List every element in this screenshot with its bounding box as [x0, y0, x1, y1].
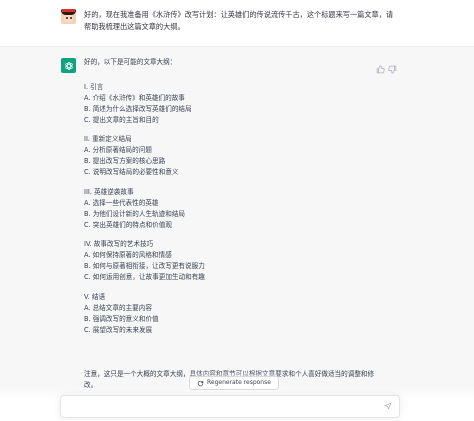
- assistant-avatar: [61, 58, 76, 73]
- assistant-intro: 好的，以下是可能的文章大纲：: [84, 58, 177, 66]
- outline-heading: V. 结语: [84, 292, 106, 301]
- outline-item: A. 如何保持原著的风格和情感: [84, 251, 172, 260]
- outline-heading: II. 重新定义结局: [84, 135, 132, 144]
- outline-item: A. 总结文章的主要内容: [84, 303, 152, 312]
- outline-item: C. 提出文章的主旨和目的: [84, 116, 159, 124]
- chat-input[interactable]: [60, 395, 400, 418]
- outline-item: B. 简述为什么选择改写英雄们的结局: [84, 105, 192, 113]
- user-avatar: [61, 9, 76, 24]
- outline-heading: III. 英雄逆袭故事: [84, 187, 134, 196]
- thumbs-down-icon[interactable]: [388, 59, 397, 74]
- send-button[interactable]: [382, 400, 394, 412]
- outline-item: A. 分析原著结局的问题: [84, 146, 152, 155]
- outline-heading: IV. 故事改写的艺术技巧: [84, 240, 154, 249]
- assistant-message-content: 好的，以下是可能的文章大纲： I. 引言 A. 介绍《水浒传》和英雄们的故事 B. …: [84, 57, 384, 336]
- outline-item: B. 提出改写方案的核心思路: [84, 157, 166, 166]
- outline-item: C. 说明改写结局的必要性和意义: [84, 168, 179, 177]
- outline-item: B. 强调改写的意义和价值: [84, 314, 159, 323]
- thumbs-up-icon[interactable]: [376, 59, 385, 74]
- outline-item: B. 为他们设计新的人生轨迹和结局: [84, 209, 186, 218]
- regenerate-response-button[interactable]: Regenerate response: [189, 376, 279, 390]
- user-message-row: 好的，现在我准备用《水浒传》改写计划：让英雄们的传说流传千古，这个标题来写一篇文…: [0, 0, 474, 46]
- paper-plane-icon: [384, 402, 392, 410]
- outline-item: C. 如何运用创意，让故事更加生动和有趣: [84, 273, 205, 282]
- outline-item: A. 介绍《水浒传》和英雄们的故事: [84, 94, 185, 102]
- outline-item: B. 如何与原著相衔接，让改写更有说服力: [84, 262, 205, 271]
- user-message-text: 好的，现在我准备用《水浒传》改写计划：让英雄们的传说流传千古，这个标题来写一篇文…: [84, 10, 394, 31]
- outline-item: A. 选择一些代表性的英雄: [84, 198, 159, 207]
- outline-item: C. 展望改写的未来发展: [84, 325, 153, 334]
- regenerate-label: Regenerate response: [207, 379, 271, 386]
- outline: I. 引言 A. 介绍《水浒传》和英雄们的故事 B. 简述为什么选择改写英雄们的结局…: [84, 82, 384, 336]
- outline-item: C. 突出英雄们的特点和价值观: [84, 220, 172, 229]
- openai-logo-icon: [64, 61, 73, 70]
- outline-heading: I. 引言: [84, 83, 104, 91]
- refresh-icon: [197, 380, 204, 386]
